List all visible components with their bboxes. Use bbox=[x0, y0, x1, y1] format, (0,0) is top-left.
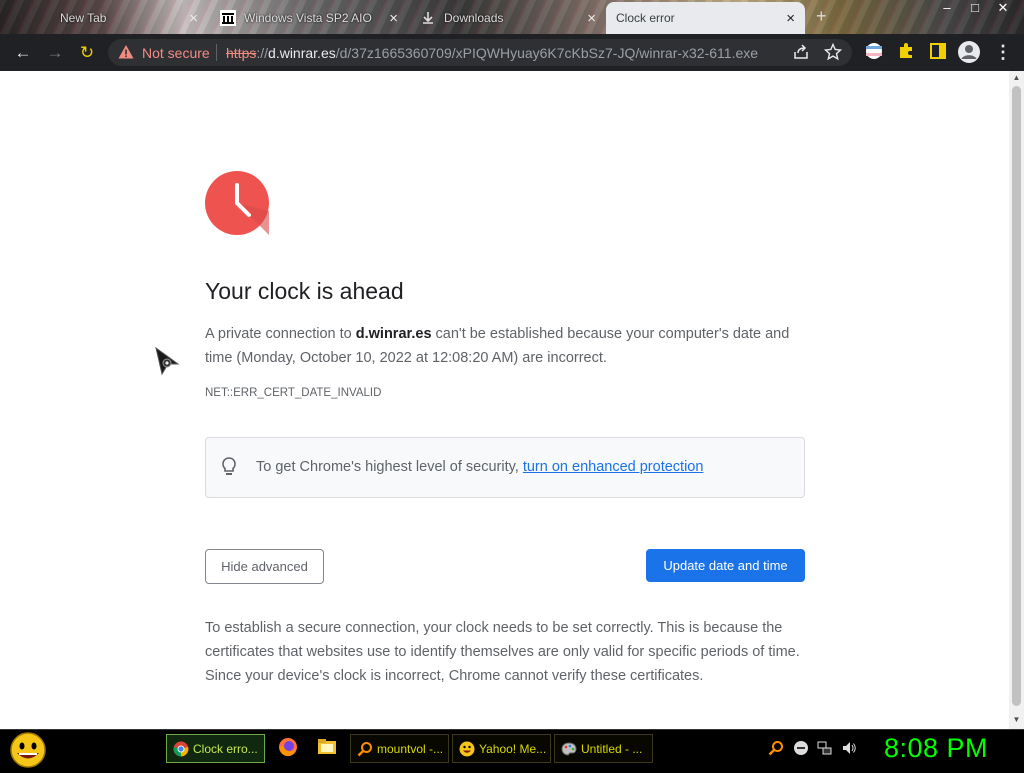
tab-close-icon[interactable]: × bbox=[389, 10, 398, 27]
tab-close-icon[interactable]: × bbox=[587, 10, 596, 27]
folder-icon[interactable] bbox=[316, 736, 338, 758]
close-window-icon[interactable]: ✕ bbox=[990, 0, 1016, 18]
security-tip: To get Chrome's highest level of securit… bbox=[256, 459, 703, 475]
scroll-up-icon[interactable]: ▲ bbox=[1011, 73, 1022, 84]
taskbar-button-chrome[interactable]: Clock erro... bbox=[166, 734, 265, 763]
network-icon[interactable] bbox=[817, 740, 833, 756]
divider bbox=[216, 44, 217, 61]
taskbar-button-label: mountvol -... bbox=[377, 741, 444, 756]
taskbar-button-label: Clock erro... bbox=[193, 741, 258, 756]
url-text[interactable]: https://d.winrar.es/d/37z1665360709/xPIQ… bbox=[226, 45, 758, 61]
tab-title: Clock error bbox=[616, 11, 675, 25]
lightbulb-icon bbox=[220, 456, 238, 478]
not-secure-label[interactable]: Not secure bbox=[142, 45, 210, 61]
url-scheme: https bbox=[226, 45, 257, 61]
scroll-down-icon[interactable]: ▼ bbox=[1011, 715, 1022, 726]
minimize-icon[interactable]: – bbox=[934, 0, 960, 18]
tab-new-tab[interactable]: New Tab × bbox=[0, 2, 208, 34]
update-date-time-button[interactable]: Update date and time bbox=[646, 549, 805, 582]
tab-downloads[interactable]: Downloads × bbox=[410, 2, 606, 34]
scrollbar-thumb[interactable] bbox=[1012, 86, 1021, 706]
search-icon bbox=[357, 741, 373, 757]
status-tray-icon[interactable] bbox=[793, 740, 809, 756]
desc-host: d.winrar.es bbox=[355, 326, 432, 342]
enhanced-protection-link[interactable]: turn on enhanced protection bbox=[523, 459, 704, 475]
chrome-icon bbox=[173, 741, 189, 757]
tab-clock-error[interactable]: Clock error × bbox=[606, 2, 805, 34]
new-tab-button[interactable]: + bbox=[816, 6, 827, 27]
taskbar-button-yahoo-messenger[interactable]: Yahoo! Me... bbox=[452, 734, 551, 763]
tab-close-icon[interactable]: × bbox=[786, 10, 795, 27]
page-title: Your clock is ahead bbox=[205, 278, 404, 304]
firefox-icon[interactable] bbox=[277, 736, 299, 758]
search-tray-icon[interactable] bbox=[768, 740, 784, 756]
extension-flag-icon[interactable] bbox=[863, 41, 885, 63]
tab-close-icon[interactable]: × bbox=[189, 10, 198, 27]
clock-error-icon bbox=[205, 171, 269, 235]
url-host: d.winrar.es bbox=[268, 45, 336, 61]
tab-title: Downloads bbox=[444, 11, 504, 25]
taskbar-button-mountvol[interactable]: mountvol -... bbox=[350, 734, 449, 763]
start-button-smiley-icon[interactable] bbox=[8, 731, 48, 768]
share-icon[interactable] bbox=[792, 43, 810, 61]
tab-title: Windows Vista SP2 AIO bbox=[244, 11, 372, 25]
profile-avatar-icon[interactable] bbox=[958, 41, 980, 63]
mouse-cursor-icon bbox=[154, 346, 180, 376]
desc-pre: A private connection to bbox=[205, 326, 356, 342]
side-panel-icon[interactable] bbox=[927, 41, 949, 63]
forward-icon[interactable]: → bbox=[44, 42, 66, 64]
hide-advanced-button[interactable]: Hide advanced bbox=[205, 549, 324, 584]
taskbar-clock[interactable]: 8:08 PM bbox=[884, 733, 988, 764]
back-icon[interactable]: ← bbox=[12, 42, 34, 64]
yahoo-messenger-icon bbox=[459, 741, 475, 757]
paint-icon bbox=[561, 741, 577, 757]
menu-kebab-icon[interactable]: ⋮ bbox=[992, 41, 1014, 63]
maximize-icon[interactable]: □ bbox=[962, 0, 988, 18]
tab-windows-vista[interactable]: Windows Vista SP2 AIO × bbox=[210, 2, 408, 34]
bank-icon bbox=[220, 10, 236, 26]
error-code[interactable]: NET::ERR_CERT_DATE_INVALID bbox=[205, 387, 381, 399]
taskbar-button-label: Yahoo! Me... bbox=[479, 741, 547, 756]
security-tip-text: To get Chrome's highest level of securit… bbox=[256, 459, 523, 475]
error-description: A private connection to d.winrar.es can'… bbox=[205, 322, 810, 370]
taskbar-button-label: Untitled - ... bbox=[581, 741, 643, 756]
tab-title: New Tab bbox=[60, 11, 107, 25]
explanation-text: To establish a secure connection, your c… bbox=[205, 620, 800, 684]
warning-icon[interactable] bbox=[118, 44, 134, 60]
url-separator: :// bbox=[256, 45, 269, 61]
download-icon bbox=[420, 10, 436, 26]
reload-icon[interactable]: ↻ bbox=[76, 42, 98, 64]
volume-icon[interactable] bbox=[841, 740, 857, 756]
taskbar-button-paint[interactable]: Untitled - ... bbox=[554, 734, 653, 763]
bookmark-star-icon[interactable] bbox=[823, 42, 843, 61]
puzzle-icon[interactable] bbox=[895, 41, 917, 63]
url-path: /d/37z1665360709/xPIQWHyuay6K7cKbSz7-JQ/… bbox=[335, 45, 759, 61]
